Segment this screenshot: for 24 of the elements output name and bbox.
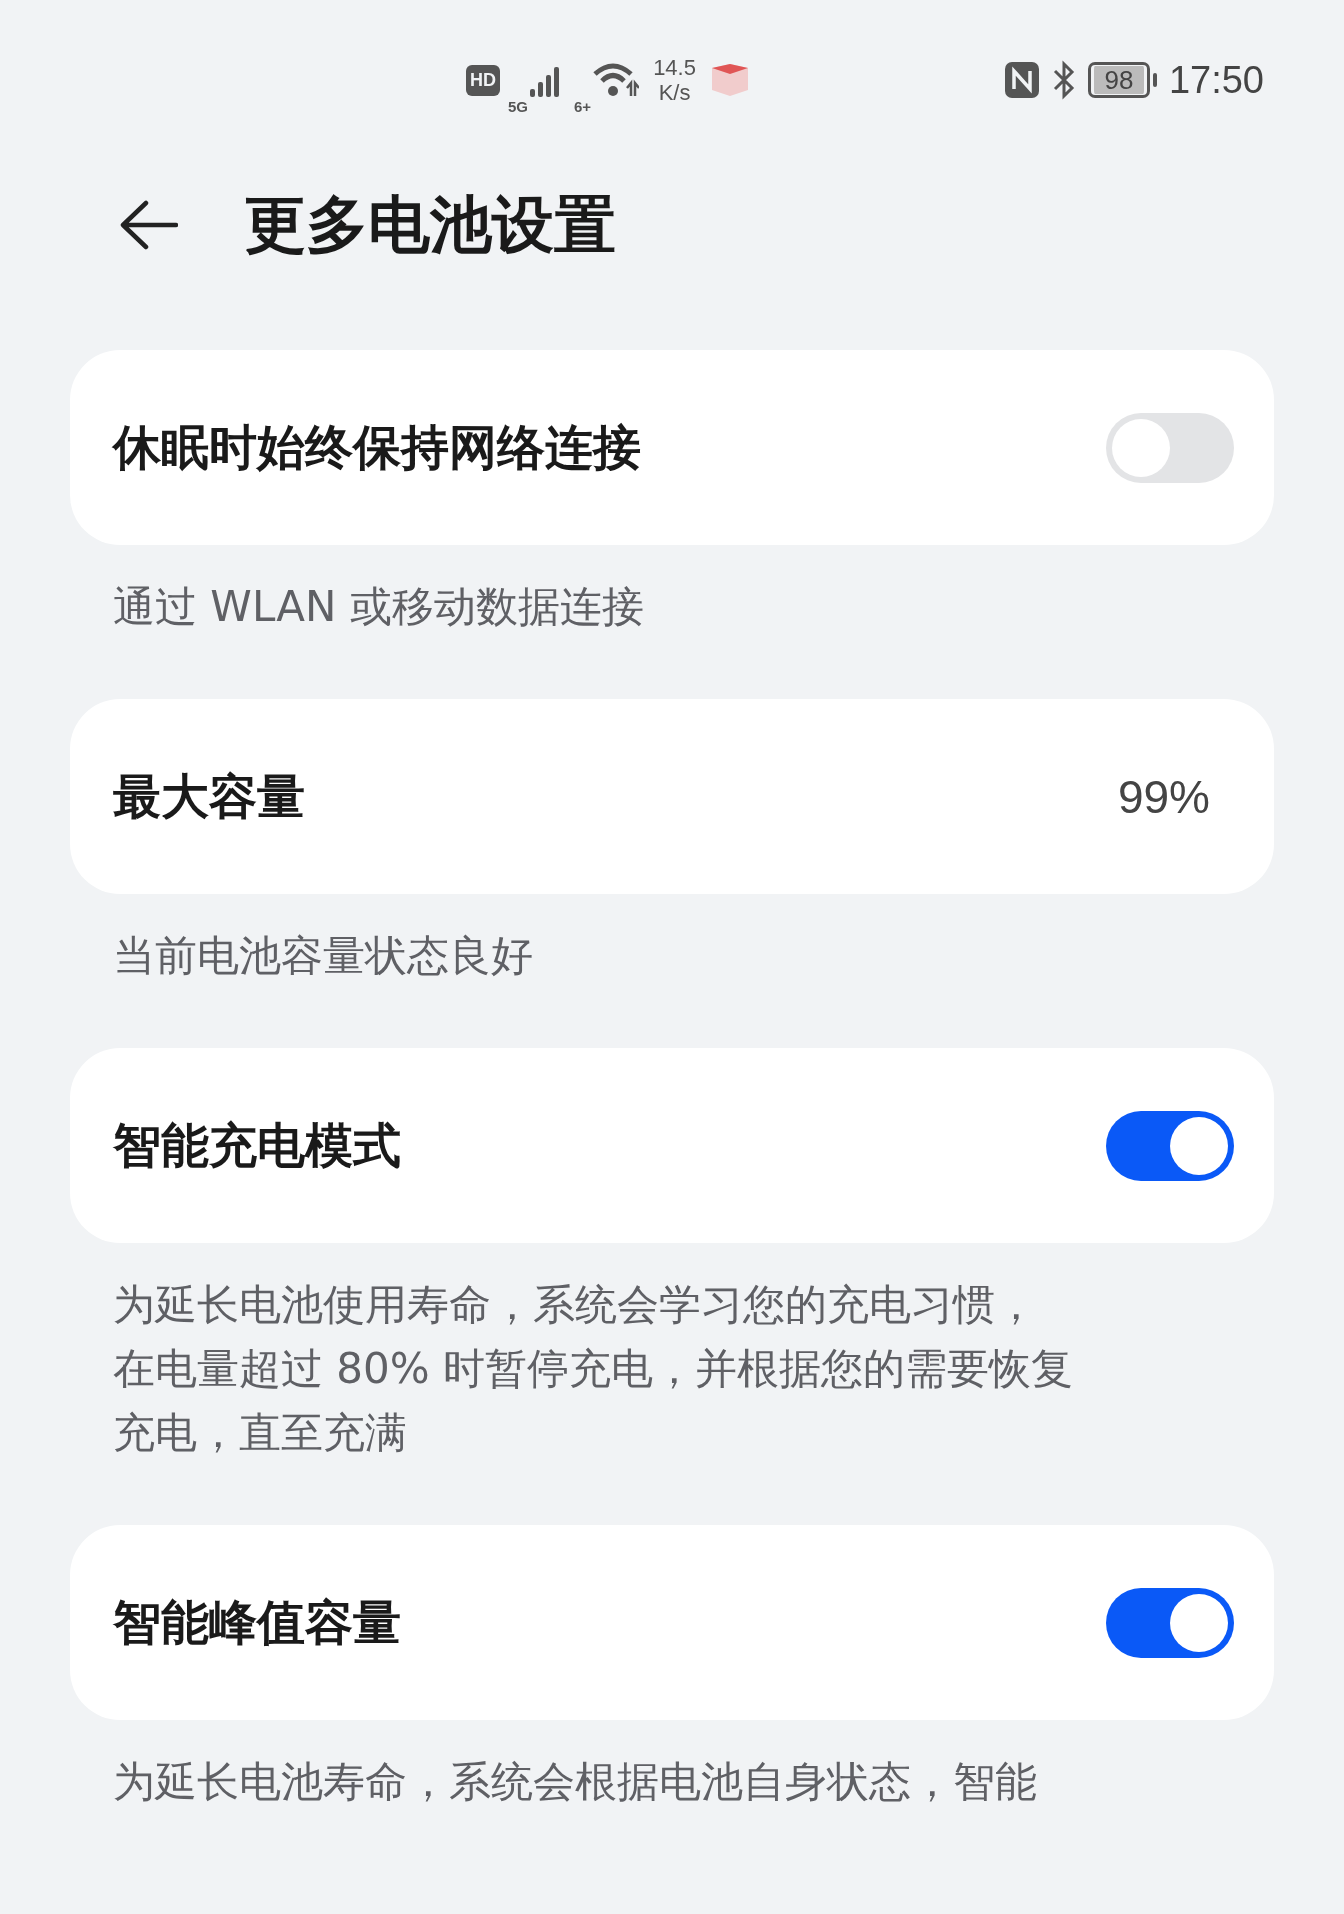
clock-time: 17:50	[1168, 58, 1264, 102]
battery-level: 98	[1087, 62, 1150, 98]
setting-value: 99%	[1117, 769, 1210, 824]
setting-label: 智能峰值容量	[113, 1592, 401, 1652]
setting-description: 为延长电池使用寿命，系统会学习您的充电习惯，	[113, 1279, 1038, 1331]
hd-badge: HD	[466, 64, 500, 96]
setting-description: 在电量超过 80% 时暂停充电，并根据您的需要恢复	[113, 1343, 1075, 1395]
setting-label: 智能充电模式	[113, 1115, 401, 1175]
setting-description: 为延长电池寿命，系统会根据电池自身状态，智能	[113, 1756, 1038, 1808]
network-speed-unit: K/s	[658, 80, 691, 106]
bluetooth-icon	[1051, 60, 1076, 100]
setting-description: 通过 WLAN 或移动数据连接	[113, 581, 645, 633]
nfc-icon	[1003, 61, 1040, 99]
wifi-icon	[593, 62, 640, 98]
wifi-standard-label: 6+	[574, 97, 592, 115]
box-icon	[709, 62, 750, 98]
setting-label: 最大容量	[113, 766, 305, 826]
mobile-network-label: 5G	[508, 97, 528, 115]
setting-description: 当前电池容量状态良好	[113, 930, 534, 982]
setting-label: 休眠时始终保持网络连接	[113, 417, 641, 477]
setting-description: 充电，直至充满	[113, 1407, 408, 1459]
page-title: 更多电池设置	[244, 187, 616, 263]
back-button[interactable]	[118, 199, 178, 251]
network-speed-value: 14.5	[653, 54, 696, 80]
